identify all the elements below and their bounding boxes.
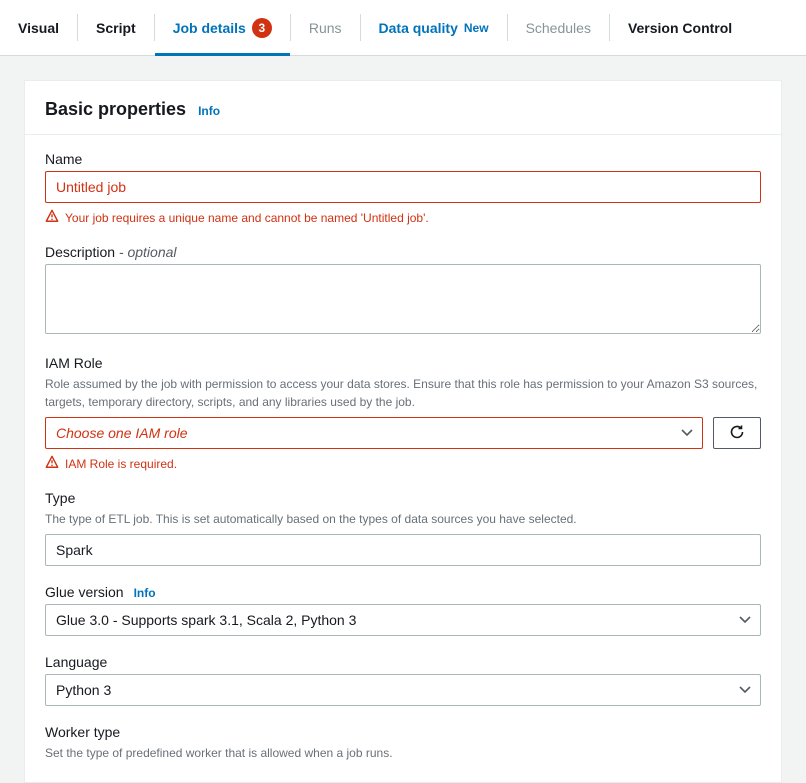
panel-body: Name Your job requires a unique name and… [25,135,781,782]
worker-type-label: Worker type [45,724,761,740]
new-badge: New [464,21,489,35]
name-label: Name [45,151,761,167]
tab-schedules[interactable]: Schedules [508,0,609,55]
tab-runs-label: Runs [309,20,342,36]
tab-version-control[interactable]: Version Control [610,0,750,55]
field-worker-type: Worker type Set the type of predefined w… [45,724,761,762]
name-error: Your job requires a unique name and cann… [45,209,761,226]
panel-header: Basic properties Info [25,81,781,135]
panel-title: Basic properties [45,99,186,120]
language-select[interactable]: Python 3 [45,674,761,706]
warning-icon [45,209,59,226]
tab-script[interactable]: Script [78,0,154,55]
type-label: Type [45,490,761,506]
iam-role-help: Role assumed by the job with permission … [45,375,761,411]
tab-job-details[interactable]: Job details 3 [155,0,290,55]
iam-role-error-text: IAM Role is required. [65,457,177,471]
field-description: Description - optional [45,244,761,337]
description-label: Description - optional [45,244,761,260]
tab-version-control-label: Version Control [628,20,732,36]
field-name: Name Your job requires a unique name and… [45,151,761,226]
iam-role-label: IAM Role [45,355,761,371]
iam-role-error: IAM Role is required. [45,455,761,472]
field-language: Language Python 3 [45,654,761,706]
tab-job-details-badge: 3 [252,18,272,38]
tab-script-label: Script [96,20,136,36]
glue-version-value: Glue 3.0 - Supports spark 3.1, Scala 2, … [56,612,356,628]
glue-version-label: Glue version [45,584,124,600]
glue-version-select[interactable]: Glue 3.0 - Supports spark 3.1, Scala 2, … [45,604,761,636]
panel-info-link[interactable]: Info [198,104,220,118]
name-input[interactable] [45,171,761,203]
type-help: The type of ETL job. This is set automat… [45,510,761,528]
language-select-wrap: Python 3 [45,674,761,706]
iam-role-placeholder: Choose one IAM role [56,425,188,441]
warning-icon [45,455,59,472]
language-value: Python 3 [56,682,111,698]
iam-role-select[interactable]: Choose one IAM role [45,417,703,449]
tab-data-quality[interactable]: Data quality New [361,0,507,55]
tab-schedules-label: Schedules [526,20,591,36]
tab-runs[interactable]: Runs [291,0,360,55]
type-value: Spark [45,534,761,566]
iam-role-select-wrap: Choose one IAM role [45,417,703,449]
tab-visual-label: Visual [18,20,59,36]
field-type: Type The type of ETL job. This is set au… [45,490,761,566]
worker-type-help: Set the type of predefined worker that i… [45,744,761,762]
tab-bar: Visual Script Job details 3 Runs Data qu… [0,0,806,56]
glue-version-info-link[interactable]: Info [134,586,156,600]
glue-version-select-wrap: Glue 3.0 - Supports spark 3.1, Scala 2, … [45,604,761,636]
page-background: Basic properties Info Name Your job requ… [0,56,806,783]
basic-properties-panel: Basic properties Info Name Your job requ… [24,80,782,783]
language-label: Language [45,654,761,670]
refresh-button[interactable] [713,417,761,449]
name-error-text: Your job requires a unique name and cann… [65,211,429,225]
field-glue-version: Glue version Info Glue 3.0 - Supports sp… [45,584,761,636]
tab-visual[interactable]: Visual [0,0,77,55]
description-optional: - optional [119,244,177,260]
refresh-icon [729,424,745,443]
field-iam-role: IAM Role Role assumed by the job with pe… [45,355,761,472]
tab-job-details-label: Job details [173,20,246,36]
tab-data-quality-label: Data quality [379,20,458,36]
description-label-text: Description [45,244,115,260]
description-textarea[interactable] [45,264,761,334]
